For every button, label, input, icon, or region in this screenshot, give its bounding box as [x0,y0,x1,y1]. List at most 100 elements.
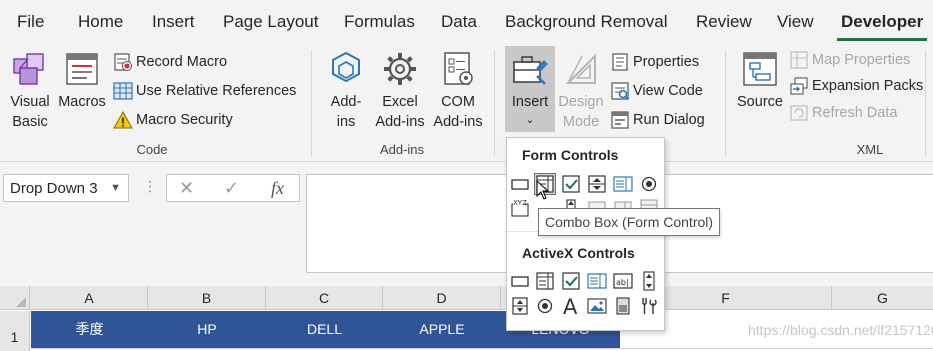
com-add-ins-button[interactable]: COM Add-ins [430,48,486,132]
com-add-ins-label-2: Add-ins [433,114,483,130]
expansion-packs-button[interactable]: Expansion Packs [789,75,923,97]
map-properties-label: Map Properties [812,52,911,68]
activex-check-box-control[interactable] [561,271,581,291]
form-button-control[interactable] [510,174,530,194]
map-properties-button[interactable]: Map Properties [789,49,910,71]
combo-box-tooltip: Combo Box (Form Control) [538,208,721,236]
tab-data[interactable]: Data [441,12,477,32]
relative-references-icon [113,82,133,100]
cancel-icon[interactable]: ✕ [179,178,194,199]
svg-text:ab|: ab| [616,278,629,287]
tab-page-layout[interactable]: Page Layout [223,12,318,32]
tab-review[interactable]: Review [696,12,752,32]
more-controls-icon [642,298,657,314]
macros-button[interactable]: Macros [57,48,107,132]
group-box-icon: XYZ [511,199,529,217]
activex-more-controls[interactable] [639,296,659,316]
scroll-bar-icon [643,271,655,291]
macro-security-button[interactable]: Macro Security [113,109,233,131]
activex-scroll-bar-control[interactable] [639,271,659,291]
form-option-button-control[interactable] [639,174,659,194]
column-header-c[interactable]: C [266,286,383,310]
activex-spin-button-control[interactable] [510,296,530,316]
run-dialog-button[interactable]: Run Dialog [610,109,705,131]
tab-view[interactable]: View [777,12,814,32]
add-ins-button[interactable]: Add- ins [322,48,370,132]
tab-file[interactable]: File [17,12,44,32]
column-header-d[interactable]: D [383,286,501,310]
activex-toggle-button-control[interactable] [613,296,633,316]
column-header-a[interactable]: A [31,286,148,310]
run-dialog-label: Run Dialog [633,112,705,128]
record-macro-icon [114,53,132,71]
view-code-button[interactable]: View Code [610,80,703,102]
refresh-data-button[interactable]: Refresh Data [789,102,897,124]
worksheet-grid: A B C D E F G 1 季度 HP DELL APPLE LENOVO [0,286,933,351]
form-spin-button-control[interactable] [587,174,607,194]
insert-controls-button[interactable]: Insert ⌄ [505,48,555,132]
insert-function-icon[interactable]: fx [271,178,284,199]
view-code-icon [611,82,630,101]
cell-a1[interactable]: 季度 [31,311,148,348]
activex-label-control[interactable]: A [561,296,581,316]
properties-icon [612,53,628,71]
spin-button-icon [512,297,528,315]
form-controls-title: Form Controls [522,147,619,163]
properties-label: Properties [633,54,700,70]
add-ins-label-2: ins [336,114,356,130]
tab-background-removal[interactable]: Background Removal [505,12,668,32]
activex-option-button-control[interactable] [535,296,555,316]
expansion-packs-label: Expansion Packs [812,78,924,94]
design-mode-button[interactable]: Design Mode [556,48,606,132]
chevron-down-icon: ⌄ [525,114,535,126]
tab-insert[interactable]: Insert [152,12,195,32]
tab-formulas[interactable]: Formulas [344,12,415,32]
group-separator [311,50,312,156]
record-macro-button[interactable]: Record Macro [113,51,227,73]
option-button-icon [537,298,553,314]
activex-text-box-control[interactable]: ab| [613,271,633,291]
column-header-b[interactable]: B [148,286,266,310]
button-control-icon [511,179,529,190]
excel-add-ins-button[interactable]: Excel Add-ins [372,48,428,132]
name-box[interactable]: Drop Down 3 ▼ [3,174,129,202]
insert-label: Insert [511,94,549,110]
source-button[interactable]: Source [734,48,786,132]
activex-command-button-control[interactable] [510,271,530,291]
refresh-data-icon [790,105,808,121]
form-list-box-control[interactable] [613,174,633,194]
column-header-g[interactable]: G [832,286,933,310]
form-check-box-control[interactable] [561,174,581,194]
use-relative-references-button[interactable]: Use Relative References [113,80,296,102]
select-all-corner[interactable] [0,286,30,310]
tab-developer[interactable]: Developer [836,12,928,41]
activex-controls-title: ActiveX Controls [522,245,635,261]
enter-check-icon[interactable]: ✓ [224,178,239,199]
ribbon-tab-bar: File Home Insert Page Layout Formulas Da… [0,0,933,44]
resize-handle-icon[interactable]: ⋮ [143,178,157,195]
cell-d1[interactable]: APPLE [383,311,501,348]
design-mode-icon [565,53,596,84]
row-header-1[interactable]: 1 [0,311,30,351]
visual-basic-button[interactable]: Visual Basic [5,48,55,132]
activex-image-control[interactable] [587,296,607,316]
add-ins-group-label: Add-ins [379,142,425,157]
add-ins-icon [332,51,360,83]
visual-basic-icon [13,53,44,85]
mouse-pointer-icon [536,180,550,200]
gridline [31,348,933,349]
formula-bar-area: Drop Down 3 ▼ ⋮ ✕ ✓ fx [0,162,933,286]
chevron-down-icon[interactable]: ▼ [110,182,121,194]
com-add-ins-icon [444,52,473,85]
properties-button[interactable]: Properties [610,51,699,73]
name-box-value: Drop Down 3 [10,180,98,197]
visual-basic-label-2: Basic [12,114,48,130]
form-group-box-control[interactable]: XYZ [510,198,530,218]
toggle-button-icon [616,297,630,315]
tab-home[interactable]: Home [78,12,123,32]
cell-c1[interactable]: DELL [266,311,383,348]
checkbox-icon [562,272,580,290]
cell-b1[interactable]: HP [148,311,266,348]
activex-list-box-control[interactable] [587,271,607,291]
activex-combo-box-control[interactable] [535,271,555,291]
